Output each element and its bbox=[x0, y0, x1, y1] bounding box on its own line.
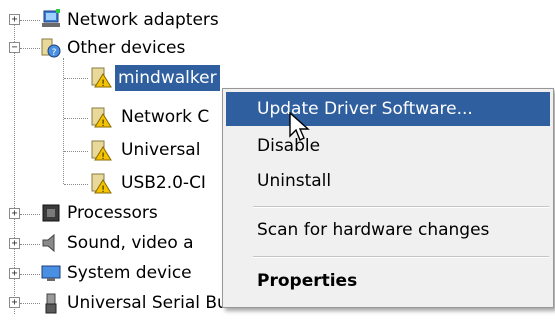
tree-item-universal[interactable]: Universal bbox=[118, 137, 203, 163]
tree-item-network-adapters[interactable]: Network adapters bbox=[64, 7, 222, 33]
warning-device-icon: ! bbox=[91, 107, 112, 128]
tree-connector-line bbox=[63, 58, 64, 184]
expand-toggle[interactable]: + bbox=[9, 268, 20, 279]
processor-icon bbox=[42, 204, 60, 222]
tree-connector-line bbox=[64, 78, 88, 79]
tree-connector-line bbox=[20, 48, 40, 49]
tree-connector-line bbox=[64, 151, 88, 152]
svg-text:!: ! bbox=[101, 79, 105, 88]
warning-device-icon: ! bbox=[91, 140, 112, 161]
svg-text:?: ? bbox=[52, 48, 57, 58]
tree-item-network-c[interactable]: Network C bbox=[118, 104, 212, 130]
tree-item-usb20-ci[interactable]: USB2.0-CI bbox=[118, 170, 209, 196]
warning-device-icon: ! bbox=[91, 173, 112, 194]
tree-item-mindwalker[interactable]: mindwalker bbox=[115, 65, 220, 91]
menu-item-uninstall[interactable]: Uninstall bbox=[226, 164, 550, 198]
expand-toggle[interactable]: + bbox=[9, 14, 20, 25]
expand-toggle[interactable]: + bbox=[9, 208, 20, 219]
tree-item-sound-video[interactable]: Sound, video a bbox=[64, 230, 197, 256]
warning-device-icon: ! bbox=[91, 67, 112, 88]
menu-item-update-driver[interactable]: Update Driver Software... bbox=[226, 92, 550, 126]
svg-text:!: ! bbox=[101, 119, 105, 128]
tree-item-system-device[interactable]: System device bbox=[64, 260, 195, 286]
tree-connector-line bbox=[20, 274, 40, 275]
unknown-device-icon: ? bbox=[41, 38, 61, 58]
menu-separator bbox=[253, 256, 549, 258]
tree-connector-line bbox=[64, 118, 88, 119]
tree-connector-line bbox=[20, 20, 40, 21]
system-device-icon bbox=[41, 265, 61, 281]
network-adapter-icon bbox=[42, 9, 60, 27]
tree-item-other-devices[interactable]: Other devices bbox=[64, 35, 188, 61]
context-menu: Update Driver Software... Disable Uninst… bbox=[222, 88, 554, 308]
menu-item-scan-hardware[interactable]: Scan for hardware changes bbox=[226, 213, 550, 247]
tree-connector-line bbox=[20, 303, 40, 304]
menu-item-disable[interactable]: Disable bbox=[226, 129, 550, 163]
svg-text:!: ! bbox=[101, 185, 105, 194]
tree-connector-line bbox=[20, 244, 40, 245]
collapse-toggle[interactable]: − bbox=[9, 42, 20, 53]
menu-separator bbox=[253, 206, 549, 208]
usb-icon bbox=[45, 293, 57, 314]
expand-toggle[interactable]: + bbox=[9, 238, 20, 249]
menu-item-properties[interactable]: Properties bbox=[226, 264, 550, 298]
tree-connector-line bbox=[64, 184, 88, 185]
mouse-cursor-icon bbox=[289, 112, 310, 141]
tree-connector-line bbox=[20, 214, 40, 215]
speaker-icon bbox=[42, 233, 55, 253]
tree-item-processors[interactable]: Processors bbox=[64, 200, 161, 226]
expand-toggle[interactable]: + bbox=[9, 297, 20, 308]
svg-text:!: ! bbox=[101, 152, 105, 161]
